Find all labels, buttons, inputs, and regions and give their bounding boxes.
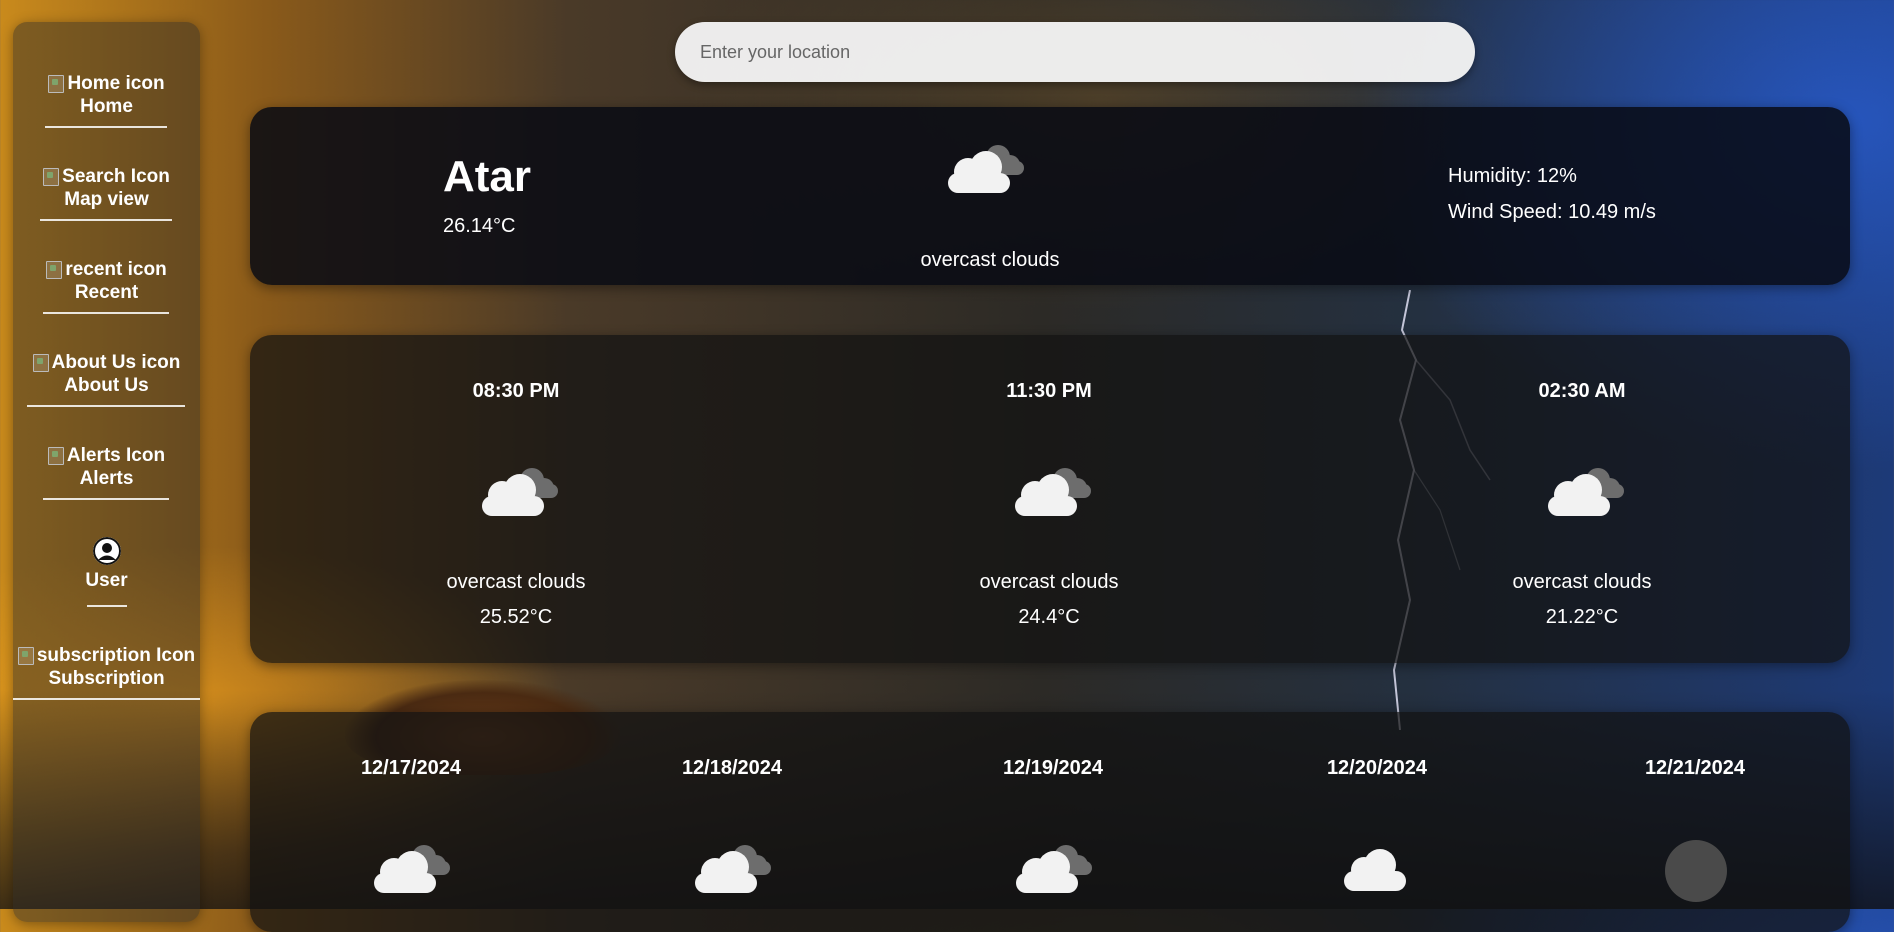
current-temperature: 26.14°C [443,215,516,237]
overcast-clouds-icon [1016,845,1092,893]
divider [45,126,167,128]
sidebar-item-label: About Us [64,375,149,396]
divider [43,498,169,500]
sidebar-item-label: Alerts [79,468,134,489]
humidity-value: Humidity: 12% [1448,165,1577,187]
day-date: 12/19/2024 [1002,757,1104,779]
divider [40,219,172,221]
sidebar-item-user[interactable]: User [13,537,200,592]
day-date: 12/20/2024 [1326,757,1428,779]
overcast-clouds-icon [1015,468,1091,516]
overcast-clouds-icon [374,845,450,893]
city-name: Atar [443,152,532,201]
daily-forecast-card: 12/17/2024 12/18/2024 12/19/2024 12/20/2… [250,712,1850,932]
cloud-icon [1344,849,1406,891]
hourly-forecast-card: 08:30 PM overcast clouds 25.52°C 11:30 P… [250,335,1850,663]
divider [43,312,169,314]
hour-description: overcast clouds [446,571,586,593]
clear-sky-icon [1665,840,1727,902]
day-date: 12/18/2024 [681,757,783,779]
hour-time: 11:30 PM [1006,380,1092,402]
sidebar-item-recent[interactable]: recent icon Recent [13,258,200,304]
divider [87,605,127,607]
hour-time: 02:30 AM [1538,380,1626,402]
current-description: overcast clouds [920,249,1060,271]
hour-description: overcast clouds [1512,571,1652,593]
day-date: 12/17/2024 [360,757,462,779]
alerts-icon [47,446,64,465]
about-us-icon [32,353,49,372]
recent-icon [46,260,63,279]
hour-temperature: 21.22°C [1545,606,1619,628]
location-search-input[interactable] [675,22,1475,82]
day-date: 12/21/2024 [1644,757,1746,779]
hour-time: 08:30 PM [472,380,560,402]
sidebar-item-label: Recent [74,282,139,303]
overcast-clouds-icon [695,845,771,893]
wind-speed-value: Wind Speed: 10.49 m/s [1448,201,1656,223]
sidebar-item-label: User [85,570,128,591]
sidebar-item-alerts[interactable]: Alerts Icon Alerts [13,444,200,490]
hour-temperature: 24.4°C [1018,606,1080,628]
overcast-clouds-icon [1548,468,1624,516]
sidebar: Home icon Home Search Icon Map view rece… [13,22,200,922]
overcast-clouds-icon [482,468,558,516]
sidebar-item-map-view[interactable]: Search Icon Map view [13,165,200,211]
hour-temperature: 25.52°C [479,606,553,628]
sidebar-item-home[interactable]: Home icon Home [13,72,200,118]
divider [27,405,185,407]
sidebar-item-label: Map view [64,189,149,210]
user-avatar-icon [92,537,121,565]
hour-description: overcast clouds [979,571,1119,593]
sidebar-item-subscription[interactable]: subscription Icon Subscription [13,644,200,690]
home-icon [48,74,65,93]
sidebar-item-label: Home [80,96,133,117]
search-icon [43,167,60,186]
subscription-icon [17,646,34,665]
current-weather-card: Atar 26.14°C overcast clouds Humidity: 1… [250,107,1850,285]
divider [13,698,200,700]
sidebar-item-label: Subscription [48,668,165,689]
sidebar-item-about-us[interactable]: About Us icon About Us [13,351,200,397]
overcast-clouds-icon [948,145,1024,193]
